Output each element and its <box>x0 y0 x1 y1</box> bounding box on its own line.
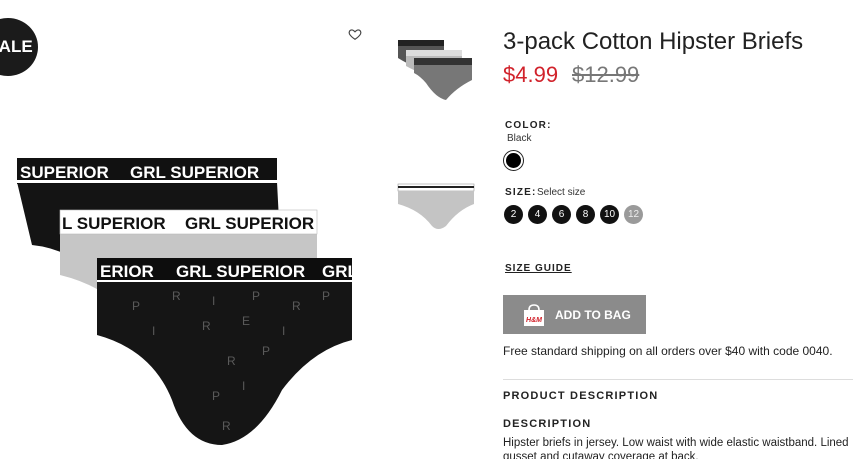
product-thumbnail-1[interactable] <box>396 38 476 104</box>
description-text: Hipster briefs in jersey. Low waist with… <box>503 437 849 459</box>
band-text-front-left: ERIOR <box>100 262 154 281</box>
svg-text:P: P <box>262 344 270 358</box>
product-title: 3-pack Cotton Hipster Briefs <box>503 28 804 55</box>
svg-text:R: R <box>222 419 231 433</box>
size-hint: Select size <box>537 187 586 198</box>
size-option-8[interactable]: 8 <box>576 205 595 224</box>
svg-text:R: R <box>202 319 211 333</box>
sale-badge: SALE <box>0 18 38 76</box>
size-guide-link[interactable]: SIZE GUIDE <box>505 263 572 274</box>
svg-text:R: R <box>292 299 301 313</box>
add-to-bag-label: ADD TO BAG <box>555 307 631 322</box>
description-heading: DESCRIPTION <box>503 418 592 430</box>
svg-text:P: P <box>132 299 140 313</box>
size-option-6[interactable]: 6 <box>552 205 571 224</box>
color-swatch-dot <box>506 153 521 168</box>
product-thumbnail-2[interactable] <box>396 180 476 246</box>
svg-text:R: R <box>172 289 181 303</box>
color-swatch-black[interactable] <box>503 150 524 171</box>
svg-text:P: P <box>212 389 220 403</box>
size-option-2[interactable]: 2 <box>504 205 523 224</box>
svg-text:I: I <box>212 294 215 308</box>
size-option-12[interactable]: 12 <box>624 205 643 224</box>
color-label: COLOR: <box>505 120 552 131</box>
heart-icon[interactable] <box>348 27 362 41</box>
band-text-mid: GRL SUPERIOR <box>185 214 314 233</box>
sale-price: $4.99 <box>503 62 559 87</box>
svg-text:E: E <box>242 314 250 328</box>
svg-text:P: P <box>322 289 330 303</box>
sale-badge-label: SALE <box>0 37 33 56</box>
band-text-front: GRL SUPERIOR <box>176 262 305 281</box>
product-description-heading[interactable]: PRODUCT DESCRIPTION <box>503 390 658 402</box>
band-text-mid-left: L SUPERIOR <box>62 214 166 233</box>
shipping-info: Free standard shipping on all orders ove… <box>503 344 833 358</box>
color-value: Black <box>507 133 532 144</box>
svg-text:R: R <box>227 354 236 368</box>
size-options: 2 4 6 8 10 12 <box>504 205 643 224</box>
shopping-bag-icon: H&M <box>524 303 544 326</box>
svg-text:I: I <box>152 324 155 338</box>
product-main-image: SUPERIOR GRL SUPERIOR L SUPERIOR GRL SUP… <box>17 158 358 445</box>
band-text-back-left: SUPERIOR <box>20 163 109 182</box>
add-to-bag-button[interactable]: H&M ADD TO BAG <box>503 295 646 334</box>
size-label: SIZE: <box>505 187 537 198</box>
svg-text:I: I <box>282 324 285 338</box>
svg-text:P: P <box>252 289 260 303</box>
size-option-10[interactable]: 10 <box>600 205 619 224</box>
band-text-back: GRL SUPERIOR <box>130 163 259 182</box>
band-text-front-right: GRL <box>322 262 358 281</box>
original-price: $12.99 <box>572 62 640 87</box>
divider <box>503 379 853 380</box>
bag-logo-text: H&M <box>526 317 542 324</box>
size-option-4[interactable]: 4 <box>528 205 547 224</box>
svg-text:I: I <box>242 379 245 393</box>
